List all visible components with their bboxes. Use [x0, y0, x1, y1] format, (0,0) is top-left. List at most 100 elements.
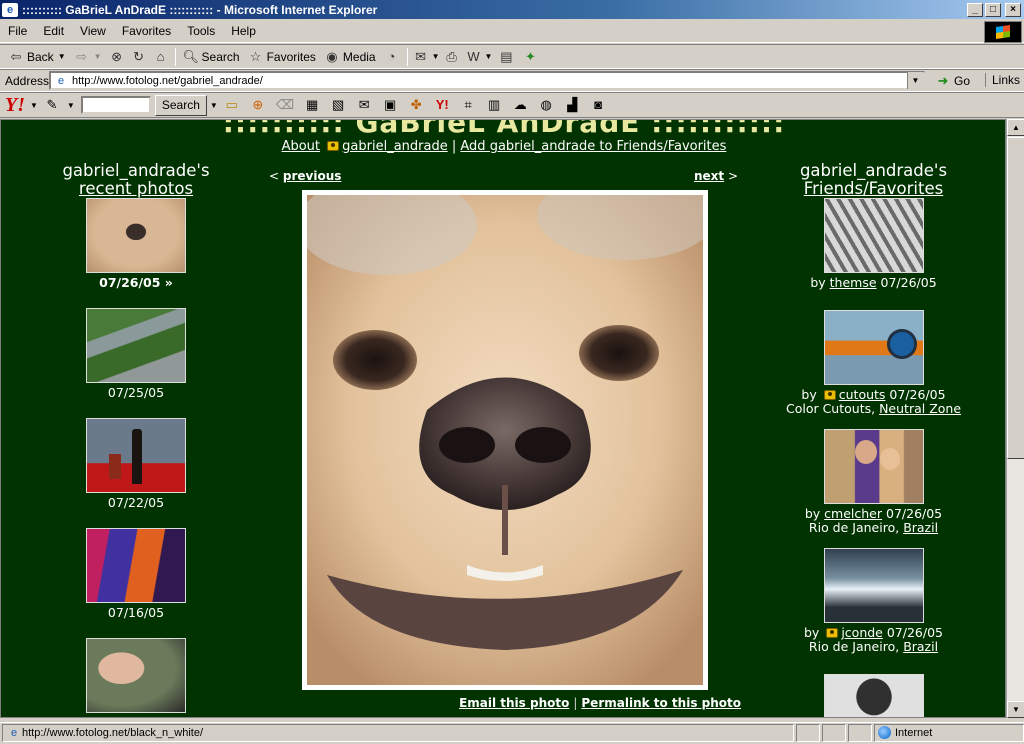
- search-button[interactable]: 🔍︎ Search: [179, 46, 244, 68]
- back-dropdown-icon[interactable]: ▼: [58, 52, 66, 61]
- friends-link[interactable]: Friends/Favorites: [756, 180, 991, 198]
- forward-dropdown-icon[interactable]: ▼: [94, 52, 102, 61]
- chart-icon[interactable]: ▟: [564, 97, 580, 113]
- address-dropdown-icon[interactable]: ▼: [907, 72, 923, 89]
- discuss-icon[interactable]: ▤: [498, 49, 514, 65]
- address-input[interactable]: e http://www.fotolog.net/gabriel_andrade…: [49, 71, 925, 90]
- friend-group-link[interactable]: Neutral Zone: [879, 401, 961, 416]
- previous-nav[interactable]: < previous: [269, 169, 341, 183]
- friend-user-link[interactable]: cmelcher: [824, 506, 882, 521]
- bookmark-icon[interactable]: ▭: [224, 97, 240, 113]
- messenger-icon[interactable]: ✦: [522, 49, 538, 65]
- ie-icon: e: [2, 2, 18, 17]
- back-arrow-icon: ⇦: [10, 48, 22, 64]
- forward-button[interactable]: ⇨ ▼: [70, 46, 106, 68]
- friend-user-link[interactable]: jconde: [841, 625, 883, 640]
- menu-view[interactable]: View: [72, 24, 114, 38]
- menu-help[interactable]: Help: [223, 24, 264, 38]
- yahoo-search-button[interactable]: Search: [154, 94, 207, 116]
- recent-photo-thumb-bottles[interactable]: [86, 418, 186, 493]
- envelope-icon[interactable]: ✉: [356, 97, 372, 113]
- yahoo-search-dropdown-icon[interactable]: ▼: [210, 101, 218, 110]
- notepad-icon[interactable]: ▧: [330, 97, 346, 113]
- status-text: http://www.fotolog.net/black_n_white/: [22, 726, 203, 739]
- friends-owner: gabriel_andrade's: [799, 161, 948, 180]
- scroll-down-icon[interactable]: ▼: [1007, 701, 1024, 718]
- home-icon[interactable]: ⌂: [153, 49, 169, 65]
- recent-photo-thumb-art[interactable]: [86, 528, 186, 603]
- user-link[interactable]: gabriel_andrade: [342, 139, 448, 154]
- recent-photo-thumb-road[interactable]: [86, 308, 186, 383]
- minimize-button[interactable]: _: [967, 2, 983, 17]
- globe-icon[interactable]: ◍: [538, 97, 554, 113]
- dog-face-illustration: [307, 195, 703, 685]
- friend-item: by jconde 07/26/05 Rio de Janeiro, Brazi…: [756, 548, 991, 654]
- recent-photo-thumb-person[interactable]: [86, 638, 186, 713]
- permalink-link[interactable]: Permalink to this photo: [581, 696, 741, 710]
- about-link[interactable]: About: [282, 139, 320, 154]
- yahoo-toolbar: Y! ▼ ✎ ▼ Search ▼ ▭ ⊕ ⌫ ▦ ▧ ✉ ▣ ✤ Y! ⌗ ▥…: [0, 92, 1024, 118]
- friend-user-link[interactable]: cutouts: [839, 387, 886, 402]
- pen-dropdown-icon[interactable]: ▼: [67, 101, 75, 110]
- recent-photo-thumb-dog[interactable]: [86, 198, 186, 273]
- main-photo-dog-closeup[interactable]: [307, 195, 703, 685]
- print-icon[interactable]: ⎙: [444, 49, 460, 65]
- menu-tools[interactable]: Tools: [179, 24, 223, 38]
- address-url[interactable]: http://www.fotolog.net/gabriel_andrade/: [72, 75, 907, 87]
- links-button[interactable]: Links: [984, 73, 1020, 87]
- crosshair-icon[interactable]: ⊕: [250, 97, 266, 113]
- refresh-icon[interactable]: ↻: [131, 49, 147, 65]
- vertical-scrollbar[interactable]: ▲ ▼: [1006, 119, 1024, 718]
- scroll-thumb[interactable]: [1007, 137, 1024, 459]
- highlight-pen-icon[interactable]: ✎: [44, 97, 60, 113]
- next-link[interactable]: next: [694, 169, 724, 183]
- friend-thumb-waterfall[interactable]: [823, 548, 924, 623]
- weather-cloud-icon[interactable]: ☁: [512, 97, 528, 113]
- menu-edit[interactable]: Edit: [35, 24, 72, 38]
- calendar-icon[interactable]: ▦: [304, 97, 320, 113]
- friend-country-link[interactable]: Brazil: [903, 639, 938, 654]
- history-icon[interactable]: ◔: [384, 49, 400, 65]
- camera-icon[interactable]: ◙: [590, 97, 606, 113]
- yahoo-dropdown-icon[interactable]: ▼: [30, 101, 38, 110]
- next-nav[interactable]: next >: [694, 169, 738, 183]
- menu-favorites[interactable]: Favorites: [114, 24, 179, 38]
- media-button[interactable]: ◉ Media: [320, 46, 380, 68]
- maximize-button[interactable]: □: [985, 2, 1001, 17]
- previous-link[interactable]: previous: [283, 169, 342, 183]
- eraser-icon[interactable]: ⌫: [276, 97, 294, 113]
- back-button[interactable]: ⇦ Back ▼: [4, 46, 70, 68]
- edit-word-icon[interactable]: W: [466, 49, 482, 65]
- edit-dropdown-icon[interactable]: ▼: [485, 52, 493, 61]
- favorites-button[interactable]: ☆ Favorites: [244, 46, 320, 68]
- monitor-icon[interactable]: ▣: [382, 97, 398, 113]
- recent-photo-item: 07/25/05: [21, 308, 251, 400]
- go-button[interactable]: ➜ Go: [931, 73, 974, 89]
- friend-thumb-couple[interactable]: [823, 429, 924, 504]
- page-status-icon: e: [10, 726, 18, 739]
- friend-user-link[interactable]: themse: [830, 275, 877, 290]
- yahoo-mini-icon[interactable]: Y!: [434, 97, 450, 113]
- friend-thumb-tree[interactable]: [823, 674, 924, 717]
- internet-globe-icon: [878, 726, 891, 739]
- friend-thumb-watch[interactable]: [823, 310, 924, 385]
- puzzle-icon[interactable]: ✤: [408, 97, 424, 113]
- recent-photo-date[interactable]: 07/26/05 »: [21, 275, 251, 290]
- email-photo-link[interactable]: Email this photo: [459, 696, 569, 710]
- close-button[interactable]: ×: [1005, 2, 1021, 17]
- recent-photos-link[interactable]: recent photos: [21, 180, 251, 198]
- yahoo-logo[interactable]: Y!: [5, 94, 25, 117]
- stop-icon[interactable]: ⊗: [109, 49, 125, 65]
- tag-icon[interactable]: ⌗: [460, 97, 476, 113]
- friend-thumb-stripes[interactable]: [823, 198, 924, 273]
- menu-file[interactable]: File: [0, 24, 35, 38]
- friend-location: Rio de Janeiro, Brazil: [756, 640, 991, 654]
- scroll-up-icon[interactable]: ▲: [1007, 119, 1024, 136]
- friend-country-link[interactable]: Brazil: [903, 520, 938, 535]
- mail-dropdown-icon[interactable]: ▼: [432, 52, 440, 61]
- briefcase-icon[interactable]: ▥: [486, 97, 502, 113]
- friend-by: by: [810, 275, 826, 290]
- mail-icon[interactable]: ✉: [413, 49, 429, 65]
- yahoo-search-input[interactable]: [80, 96, 151, 114]
- add-to-favorites-link[interactable]: Add gabriel_andrade to Friends/Favorites: [460, 139, 726, 154]
